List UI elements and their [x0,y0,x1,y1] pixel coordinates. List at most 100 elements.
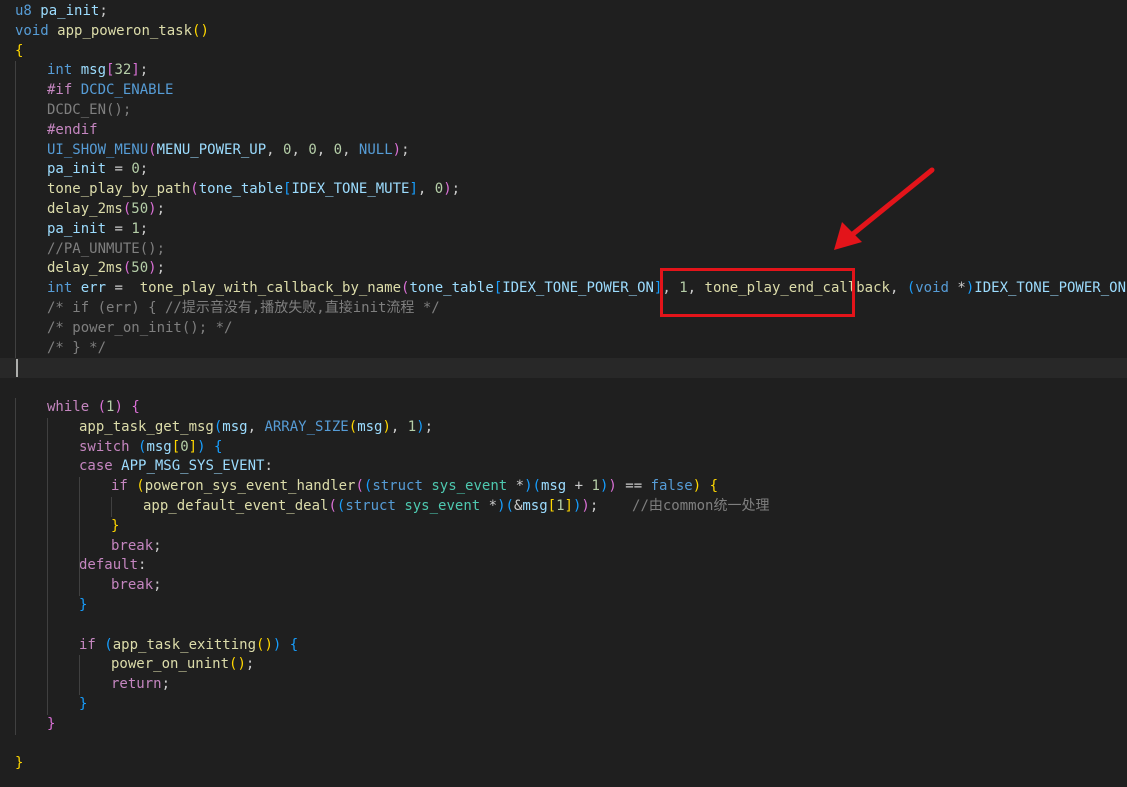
code-line[interactable]: /* } */ [0,339,1127,359]
code-line[interactable]: /* if (err) { //提示音没有,播放失败,直接init流程 */ [0,299,1127,319]
code-token: [ [171,438,181,455]
code-token: ; [401,141,410,158]
code-line[interactable] [0,735,1127,755]
code-token: ) [581,498,590,514]
code-line[interactable]: DCDC_EN(); [0,101,1127,121]
code-line[interactable]: } [0,517,1127,537]
code-token: 50 [131,260,149,277]
code-token: void [15,22,58,39]
indent-guide [47,596,48,616]
code-line[interactable]: app_task_get_msg(msg, ARRAY_SIZE(msg), 1… [0,418,1127,438]
code-token: 1 [131,220,140,237]
code-token: = [106,220,132,237]
code-token: err [80,280,107,297]
code-line[interactable]: switch (msg[0]) { [0,438,1127,458]
code-token: = [106,161,132,178]
code-line[interactable]: if (app_task_exitting()) { [0,636,1127,656]
code-token: * [488,498,498,514]
code-token: app_task_exitting [112,636,257,653]
code-line[interactable]: } [0,754,1127,774]
code-line[interactable]: while (1) { [0,398,1127,418]
code-token: { [213,438,223,455]
code-token: ) [524,478,533,495]
code-line[interactable]: pa_init = 0; [0,160,1127,180]
indent-guide [79,477,80,497]
code-line[interactable]: void app_poweron_task() [0,22,1127,42]
indent-guide [47,477,48,497]
code-line[interactable]: int err = tone_play_with_callback_by_nam… [0,279,1127,299]
code-line[interactable]: tone_play_by_path(tone_table[IDEX_TONE_M… [0,180,1127,200]
code-token: == [616,478,651,495]
code-token: { [709,478,719,495]
code-token: return [111,676,162,693]
code-line[interactable]: if (poweron_sys_event_handler((struct sy… [0,477,1127,497]
code-text: } [79,596,87,616]
code-token: , [247,418,265,435]
code-token: ) [392,141,402,158]
indent-guide [15,695,16,715]
code-text: delay_2ms(50); [47,200,165,220]
code-line[interactable]: { [0,42,1127,62]
indent-guide [15,596,16,616]
code-token: 0 [434,181,444,198]
code-text: if (poweron_sys_event_handler((struct sy… [111,477,718,497]
code-token: ; [156,260,166,277]
code-line[interactable] [0,616,1127,636]
code-text: UI_SHOW_MENU(MENU_POWER_UP, 0, 0, 0, NUL… [47,141,410,161]
code-token: struct [345,498,405,514]
code-line[interactable]: break; [0,576,1127,596]
code-line[interactable]: } [0,715,1127,735]
indent-guide [15,477,16,497]
code-token: ; [245,656,255,673]
indent-guide [15,299,16,319]
code-line[interactable]: u8 pa_init; [0,2,1127,22]
code-line[interactable]: power_on_unint(); [0,655,1127,675]
indent-guide [15,437,16,458]
indent-guide [47,417,48,438]
code-token: 32 [114,62,132,79]
code-token: { [289,636,299,653]
code-line[interactable] [0,378,1127,398]
code-line[interactable]: delay_2ms(50); [0,200,1127,220]
code-line[interactable]: pa_init = 1; [0,220,1127,240]
code-token: ) [148,201,157,217]
code-token: } [15,755,24,772]
code-token: { [15,42,24,59]
code-line[interactable]: #endif [0,121,1127,141]
code-token: ) [608,478,617,495]
code-line[interactable]: case APP_MSG_SYS_EVENT: [0,457,1127,477]
indent-guide [15,318,16,339]
code-line[interactable] [0,358,1127,379]
code-text: u8 pa_init; [15,2,108,22]
code-token: ] [409,181,418,198]
code-token: 1 [407,418,417,435]
code-line[interactable]: /* power_on_init(); */ [0,319,1127,339]
code-token: ( [906,280,916,297]
code-line[interactable]: break; [0,537,1127,557]
code-line[interactable]: delay_2ms(50); [0,259,1127,279]
code-line[interactable]: } [0,596,1127,616]
code-editor[interactable]: u8 pa_init; void app_poweron_task(){int m… [0,0,1127,787]
code-line[interactable]: default: [0,556,1127,576]
code-line[interactable]: //PA_UNMUTE(); [0,240,1127,260]
code-line[interactable]: int msg[32]; [0,61,1127,81]
indent-guide [79,655,80,676]
code-line[interactable]: #if DCDC_ENABLE [0,81,1127,101]
code-token: /* power_on_init(); */ [47,319,233,336]
code-token: if [79,636,105,653]
code-line[interactable]: app_default_event_deal((struct sys_event… [0,497,1127,517]
code-token: ) [497,498,506,514]
indent-guide [15,101,16,121]
code-line[interactable]: return; [0,675,1127,695]
code-line[interactable]: UI_SHOW_MENU(MENU_POWER_UP, 0, 0, 0, NUL… [0,141,1127,161]
code-token: pa_init [47,220,107,237]
code-token: switch [79,438,139,455]
indent-guide [15,398,16,418]
code-line[interactable]: } [0,695,1127,715]
code-token: tone_play_with_callback_by_name [139,280,402,297]
indent-guide [15,576,16,596]
code-token: ; [153,577,162,594]
indent-guide [15,160,16,181]
indent-guide [15,120,16,141]
